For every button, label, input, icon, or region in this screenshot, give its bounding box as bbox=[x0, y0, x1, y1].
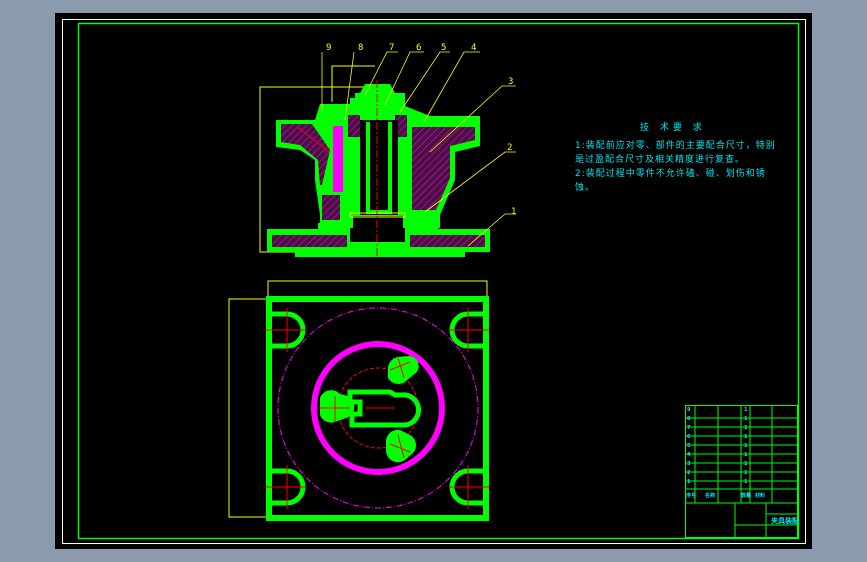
row-qty: 1 bbox=[744, 443, 748, 449]
row-no: 1 bbox=[687, 479, 691, 485]
svg-text:1: 1 bbox=[511, 207, 516, 217]
row-no: 8 bbox=[687, 416, 691, 422]
row-no: 2 bbox=[687, 470, 691, 476]
tech-req-title: 技 术要 求 bbox=[640, 123, 706, 133]
svg-text:3: 3 bbox=[508, 77, 513, 87]
header-no: 序号 bbox=[686, 493, 697, 499]
svg-text:8: 8 bbox=[358, 43, 363, 53]
svg-text:2: 2 bbox=[507, 143, 512, 153]
row-no: 6 bbox=[687, 434, 691, 440]
row-qty: 1 bbox=[744, 434, 748, 440]
drawing-svg: 1 2 3 4 5 6 7 8 9 bbox=[62, 19, 806, 544]
row-qty: 1 bbox=[744, 461, 748, 467]
svg-text:7: 7 bbox=[389, 43, 394, 53]
row-qty: 1 bbox=[744, 452, 748, 458]
row-qty: 1 bbox=[744, 416, 748, 422]
cad-drawing-area[interactable]: 1 2 3 4 5 6 7 8 9 技 术要 求 1:装配前应对零、部件的主要配… bbox=[55, 13, 812, 549]
header-qty: 数量 bbox=[741, 493, 752, 499]
tech-req-line: 2:装配过程中零件不允许磕、碰、划伤和锈 bbox=[575, 169, 766, 179]
plan-view bbox=[228, 280, 490, 521]
svg-text:9: 9 bbox=[326, 43, 331, 53]
row-qty: 1 bbox=[744, 470, 748, 476]
svg-text:5: 5 bbox=[441, 43, 446, 53]
tech-req-line: 1:装配前应对零、部件的主要配合尺寸，特别 bbox=[575, 141, 776, 151]
header-material: 材料 bbox=[755, 493, 766, 499]
row-no: 3 bbox=[687, 461, 691, 467]
header-name: 名称 bbox=[705, 493, 716, 499]
row-no: 5 bbox=[687, 443, 691, 449]
svg-text:6: 6 bbox=[416, 43, 421, 53]
cap bbox=[355, 84, 405, 108]
svg-text:4: 4 bbox=[471, 43, 476, 53]
row-no: 9 bbox=[687, 407, 691, 413]
section-view bbox=[259, 65, 490, 258]
tech-req-line: 蚀。 bbox=[575, 183, 596, 193]
row-qty: 1 bbox=[744, 479, 748, 485]
row-no: 4 bbox=[687, 452, 691, 458]
row-qty: 1 bbox=[744, 425, 748, 431]
row-no: 7 bbox=[687, 425, 691, 431]
locating-pin bbox=[333, 126, 343, 192]
row-qty: 1 bbox=[744, 407, 748, 413]
tech-req-line: 是过盈配合尺寸及相关精度进行复查。 bbox=[575, 155, 746, 165]
drawing-name: 夹具装配 bbox=[771, 517, 799, 525]
